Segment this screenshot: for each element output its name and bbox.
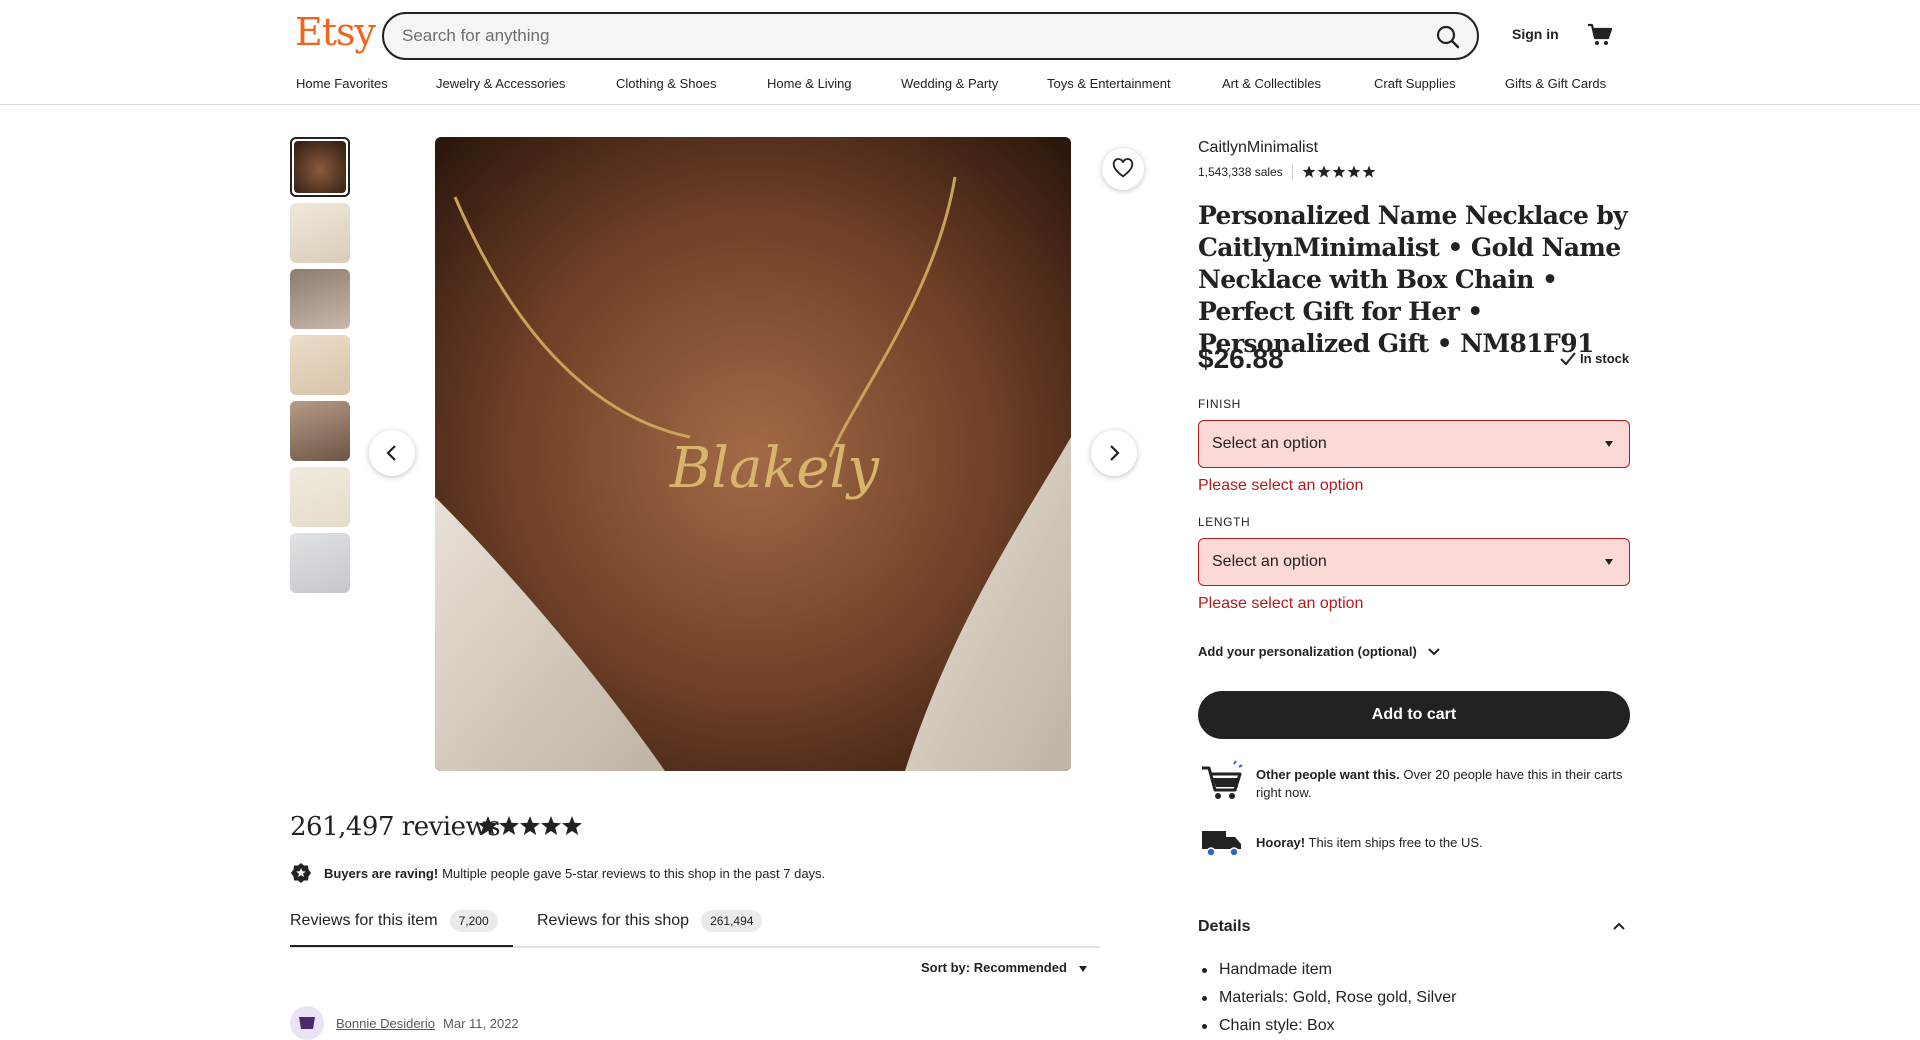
- personalization-toggle[interactable]: Add your personalization (optional): [1198, 644, 1441, 659]
- tab-reviews-shop[interactable]: Reviews for this shop 261,494: [537, 910, 763, 932]
- product-main-image[interactable]: Blakely: [435, 137, 1071, 771]
- cart-icon[interactable]: [1586, 21, 1614, 49]
- length-select-value: Select an option: [1212, 553, 1327, 570]
- nav-home-favorites[interactable]: Home Favorites: [296, 76, 436, 91]
- stock-status-text: In stock: [1580, 351, 1630, 366]
- details-label: Details: [1198, 918, 1251, 935]
- search-icon[interactable]: [1433, 22, 1463, 52]
- raving-bold-text: Buyers are raving!: [324, 865, 439, 881]
- thumbnail-7[interactable]: [290, 533, 350, 593]
- check-icon: [1560, 351, 1576, 365]
- heart-icon: [1112, 158, 1134, 178]
- finish-label: FINISH: [1198, 397, 1241, 411]
- nav-toys-entertainment[interactable]: Toys & Entertainment: [1047, 76, 1222, 91]
- details-list: Handmade item Materials: Gold, Rose gold…: [1198, 956, 1456, 1040]
- thumbnail-6[interactable]: [290, 467, 350, 527]
- tab-reviews-shop-count: 261,494: [701, 910, 763, 932]
- reviews-star-rating: [477, 815, 583, 837]
- raving-text: Multiple people gave 5-star reviews to t…: [442, 865, 826, 881]
- reviewer-name-link[interactable]: Bonnie Desiderio: [336, 1016, 435, 1031]
- finish-select-value: Select an option: [1212, 435, 1327, 452]
- nav-home-living[interactable]: Home & Living: [767, 76, 901, 91]
- details-item-materials: Materials: Gold, Rose gold, Silver: [1198, 984, 1456, 1012]
- badge-star-icon: [291, 863, 311, 883]
- review-tabs: Reviews for this item 7,200 Reviews for …: [290, 902, 1100, 948]
- finish-select[interactable]: Select an option: [1198, 420, 1630, 468]
- details-item-handmade: Handmade item: [1198, 956, 1456, 984]
- reviewer-avatar-icon: [299, 1017, 315, 1029]
- chevron-right-icon: [1110, 445, 1120, 461]
- tab-reviews-item-label: Reviews for this item: [290, 912, 438, 929]
- personalization-label: Add your personalization (optional): [1198, 644, 1417, 659]
- shipping-notice: Hooray! This item ships free to the US.: [1198, 821, 1483, 865]
- thumbnail-strip: [290, 137, 350, 599]
- thumbnail-1[interactable]: [290, 137, 350, 197]
- demand-notice: Other people want this. Over 20 people h…: [1198, 760, 1626, 804]
- caret-down-icon: [1078, 965, 1087, 972]
- length-label: LENGTH: [1198, 515, 1251, 529]
- buyers-raving-notice: Buyers are raving! Multiple people gave …: [290, 862, 825, 884]
- review-item: Bonnie Desiderio Mar 11, 2022: [290, 1006, 519, 1040]
- sort-dropdown[interactable]: Sort by: Recommended: [921, 960, 1087, 975]
- shipping-text: This item ships free to the US.: [1308, 835, 1483, 850]
- finish-error-message: Please select an option: [1198, 477, 1364, 494]
- shop-star-rating[interactable]: [1302, 165, 1378, 179]
- chevron-left-icon: [386, 445, 396, 461]
- favorite-heart-button[interactable]: [1102, 148, 1144, 190]
- details-section-toggle[interactable]: Details: [1198, 918, 1630, 942]
- shop-name-link[interactable]: CaitlynMinimalist: [1198, 139, 1318, 157]
- add-to-cart-button[interactable]: Add to cart: [1198, 691, 1630, 739]
- sort-label: Sort by: Recommended: [921, 960, 1067, 975]
- category-nav: Home Favorites Jewelry & Accessories Clo…: [296, 76, 1606, 91]
- thumbnail-4[interactable]: [290, 335, 350, 395]
- review-date: Mar 11, 2022: [443, 1015, 519, 1031]
- divider: [1291, 165, 1293, 179]
- tab-reviews-shop-label: Reviews for this shop: [537, 912, 690, 929]
- caret-down-icon: [1605, 441, 1613, 447]
- details-item-chain-style: Chain style: Box: [1198, 1012, 1456, 1040]
- site-header: Etsy Sign in Home Favorites Jewelry & Ac…: [0, 0, 1920, 105]
- stock-status: In stock: [1560, 351, 1629, 366]
- nav-jewelry-accessories[interactable]: Jewelry & Accessories: [436, 76, 616, 91]
- reviews-count-heading: 261,497 reviews: [290, 812, 501, 842]
- thumbnail-5[interactable]: [290, 401, 350, 461]
- listing-price: $26.88: [1198, 343, 1284, 374]
- thumbnail-3[interactable]: [290, 269, 350, 329]
- busy-cart-icon: [1202, 760, 1243, 799]
- nav-wedding-party[interactable]: Wedding & Party: [901, 76, 1047, 91]
- tab-reviews-item-count: 7,200: [449, 910, 498, 932]
- etsy-logo[interactable]: Etsy: [295, 10, 376, 54]
- nav-art-collectibles[interactable]: Art & Collectibles: [1222, 76, 1374, 91]
- sign-in-link[interactable]: Sign in: [1512, 26, 1559, 42]
- length-error-message: Please select an option: [1198, 595, 1364, 612]
- avatar[interactable]: [290, 1006, 324, 1040]
- chevron-down-icon: [1428, 647, 1440, 655]
- search-input[interactable]: [402, 14, 1402, 58]
- previous-image-button[interactable]: [369, 430, 415, 476]
- delivery-truck-icon: [1202, 831, 1241, 857]
- chevron-up-icon: [1613, 922, 1625, 930]
- caret-down-icon: [1605, 559, 1613, 565]
- length-select[interactable]: Select an option: [1198, 538, 1630, 586]
- listing-title: Personalized Name Necklace by CaitlynMin…: [1198, 201, 1628, 358]
- shop-sales-rating: 1,543,338 sales: [1198, 165, 1378, 179]
- tab-reviews-item[interactable]: Reviews for this item 7,200: [290, 910, 498, 932]
- shipping-bold-text: Hooray!: [1256, 835, 1306, 850]
- nav-craft-supplies[interactable]: Craft Supplies: [1374, 76, 1505, 91]
- search-bar[interactable]: [382, 12, 1479, 60]
- nav-gifts-gift-cards[interactable]: Gifts & Gift Cards: [1505, 76, 1606, 91]
- demand-bold-text: Other people want this.: [1256, 767, 1400, 782]
- thumbnail-2[interactable]: [290, 203, 350, 263]
- necklace-name-text: Blakely: [669, 436, 880, 501]
- nav-clothing-shoes[interactable]: Clothing & Shoes: [616, 76, 767, 91]
- sales-count: 1,543,338 sales: [1198, 165, 1283, 179]
- active-tab-underline: [290, 945, 513, 947]
- next-image-button[interactable]: [1091, 430, 1137, 476]
